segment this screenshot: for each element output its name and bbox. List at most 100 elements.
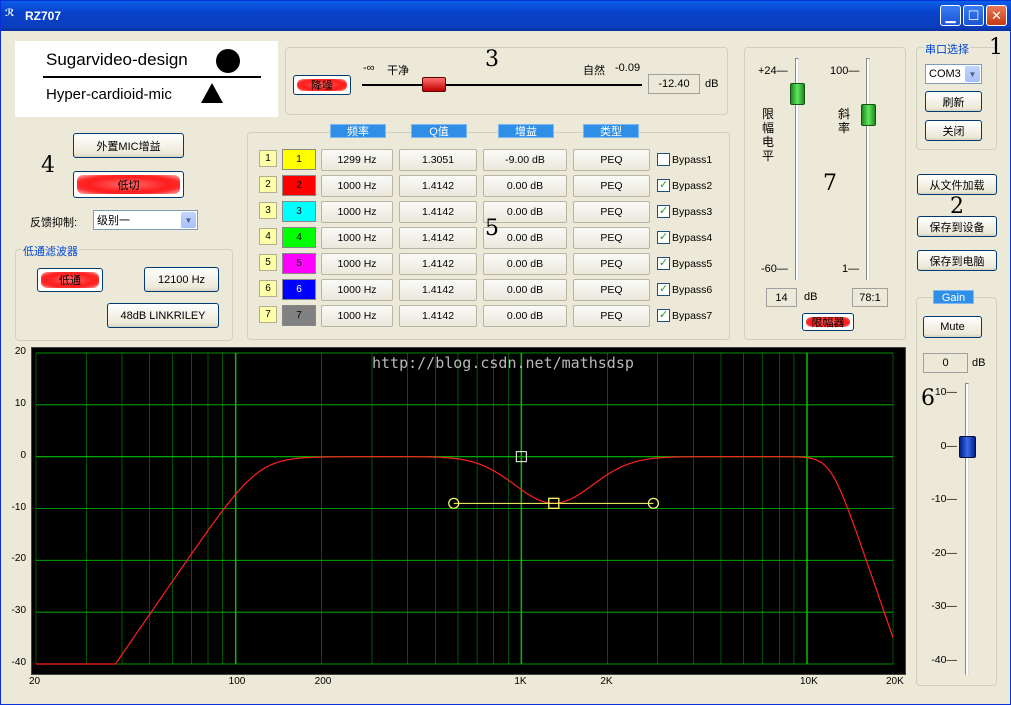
x-tick-label: 10K [800, 676, 818, 687]
band-gain[interactable]: 0.00 dB [483, 253, 567, 275]
bypass-label: Bypass6 [672, 284, 713, 296]
band-color-button[interactable]: 3 [282, 201, 316, 222]
band-color-button[interactable]: 1 [282, 149, 316, 170]
band-q[interactable]: 1.4142 [399, 253, 477, 275]
band-type[interactable]: PEQ [573, 279, 650, 301]
limiter-level-bottom: -60— [761, 263, 788, 275]
serial-port-select[interactable]: COM3 ▼ [925, 64, 982, 84]
bypass-checkbox[interactable] [657, 153, 670, 166]
band-frequency[interactable]: 1000 Hz [321, 305, 393, 327]
band-type[interactable]: PEQ [573, 305, 650, 327]
band-index: 1 [259, 150, 277, 167]
bypass-checkbox[interactable] [657, 282, 670, 296]
logo-rule [43, 76, 261, 78]
close-window-button[interactable]: ✕ [986, 5, 1007, 26]
band-q[interactable]: 1.4142 [399, 305, 477, 327]
section-number-4: 4 [41, 153, 55, 178]
band-gain[interactable]: 0.00 dB [483, 305, 567, 327]
section-number-6: 6 [921, 386, 935, 411]
bypass-checkbox[interactable] [657, 204, 670, 218]
bypass-label: Bypass2 [672, 180, 713, 192]
band-type[interactable]: PEQ [573, 253, 650, 275]
band-index: 7 [259, 306, 277, 323]
limiter-level-thumb[interactable] [790, 83, 805, 106]
band-frequency[interactable]: 1000 Hz [321, 227, 393, 249]
maximize-button[interactable]: ☐ [963, 5, 984, 26]
band-type[interactable]: PEQ [573, 201, 650, 223]
mute-button[interactable]: Mute [923, 316, 982, 338]
bypass-checkbox[interactable] [657, 308, 670, 322]
load-file-button[interactable]: 从文件加载 [917, 174, 997, 195]
bypass-checkbox[interactable] [657, 230, 670, 244]
band-gain[interactable]: -9.00 dB [483, 149, 567, 171]
save-pc-button[interactable]: 保存到电脑 [917, 250, 997, 271]
feedback-select[interactable]: 级别一 ▼ [93, 210, 198, 230]
band-type[interactable]: PEQ [573, 227, 650, 249]
y-tick-label: 0 [20, 449, 26, 461]
band-color-button[interactable]: 6 [282, 279, 316, 300]
band-color-button[interactable]: 4 [282, 227, 316, 248]
bypass-checkbox[interactable] [657, 178, 670, 192]
watermark: http://blog.csdn.net/mathsdsp [372, 354, 634, 372]
lowcut-label: 低切 [117, 179, 140, 192]
section-number-5: 5 [485, 216, 499, 241]
ext-mic-gain-button[interactable]: 外置MIC增益 [73, 133, 184, 158]
circle-icon [216, 49, 240, 73]
minimize-button[interactable]: ▁ [940, 5, 961, 26]
lpf-frequency-button[interactable]: 12100 Hz [144, 267, 219, 292]
header-gain: 增益 [498, 124, 554, 138]
limiter-level-value: 14 [766, 288, 797, 307]
band-q[interactable]: 1.4142 [399, 279, 477, 301]
denoise-unit: dB [705, 78, 719, 90]
feedback-value: 级别一 [97, 215, 130, 227]
app-icon: ℛ [5, 8, 15, 19]
band-type[interactable]: PEQ [573, 149, 650, 171]
limiter-ratio-value: 78:1 [852, 288, 888, 307]
logo-line2: Hyper-cardioid-mic [46, 86, 172, 103]
section-number-7: 7 [823, 171, 837, 196]
gain-thumb[interactable] [959, 435, 976, 458]
band-color-button[interactable]: 5 [282, 253, 316, 274]
band-q[interactable]: 1.3051 [399, 149, 477, 171]
limiter-button[interactable]: 限幅器 [802, 313, 854, 331]
lowcut-button[interactable]: 低切 [73, 171, 184, 198]
band-q[interactable]: 1.4142 [399, 201, 477, 223]
band-color-button[interactable]: 2 [282, 175, 316, 196]
gain-tick-label: -20— [931, 546, 957, 559]
denoise-button[interactable]: 降噪 [293, 75, 351, 95]
limiter-ratio-bottom: 1— [842, 263, 860, 275]
band-frequency[interactable]: 1000 Hz [321, 279, 393, 301]
eq-graph[interactable]: http://blog.csdn.net/mathsdsp [31, 347, 906, 675]
lowpass-button[interactable]: 低通 [37, 268, 103, 292]
denoise-slider-thumb[interactable] [422, 77, 446, 92]
y-tick-label: -20 [11, 553, 26, 565]
band-frequency[interactable]: 1000 Hz [321, 201, 393, 223]
band-index: 6 [259, 280, 277, 297]
x-tick-label: 100 [228, 676, 246, 687]
y-tick-label: -10 [11, 501, 26, 513]
refresh-button[interactable]: 刷新 [925, 91, 982, 112]
band-q[interactable]: 1.4142 [399, 175, 477, 197]
band-frequency[interactable]: 1000 Hz [321, 253, 393, 275]
band-frequency[interactable]: 1000 Hz [321, 175, 393, 197]
band-type[interactable]: PEQ [573, 175, 650, 197]
band-gain[interactable]: 0.00 dB [483, 175, 567, 197]
save-device-button[interactable]: 保存到设备 [917, 216, 997, 237]
lpf-type-button[interactable]: 48dB LINKRILEY [107, 303, 219, 328]
band-frequency[interactable]: 1299 Hz [321, 149, 393, 171]
limiter-ratio-top: 100— [830, 65, 860, 77]
title-bar[interactable]: ℛ RZ707 ▁ ☐ ✕ [1, 1, 1011, 31]
limiter-level-top: +24— [758, 65, 788, 77]
denoise-value: -12.40 [648, 74, 700, 94]
band-index: 4 [259, 228, 277, 245]
band-q[interactable]: 1.4142 [399, 227, 477, 249]
gain-unit: dB [972, 357, 986, 369]
close-port-button[interactable]: 关闭 [925, 120, 982, 141]
bypass-checkbox[interactable] [657, 256, 670, 270]
main-window: ℛ RZ707 ▁ ☐ ✕ Sugarvideo-design Hyper-ca… [0, 0, 1011, 705]
limiter-ratio-thumb[interactable] [861, 103, 876, 126]
gain-tick-label: -10— [931, 493, 957, 505]
band-gain[interactable]: 0.00 dB [483, 279, 567, 301]
y-tick-label: 20 [14, 346, 26, 357]
band-color-button[interactable]: 7 [282, 305, 316, 326]
